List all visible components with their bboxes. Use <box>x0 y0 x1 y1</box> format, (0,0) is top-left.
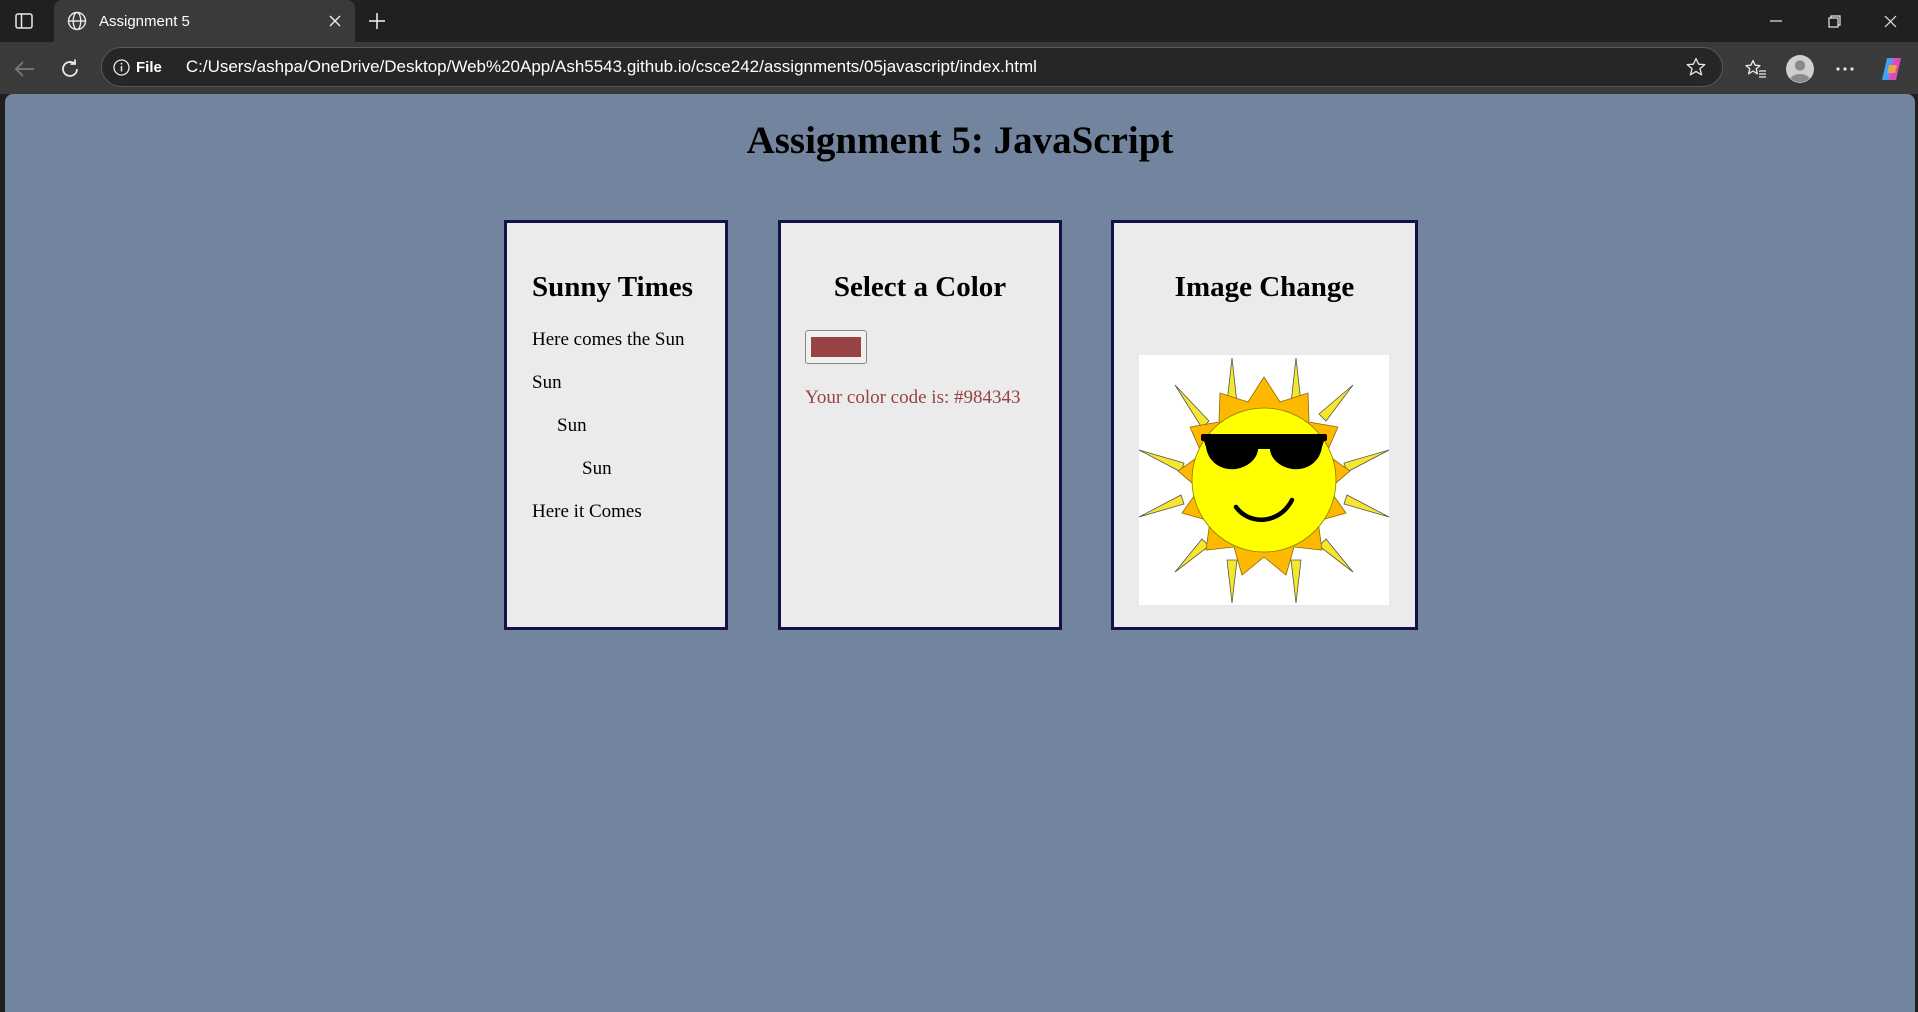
tab-actions-icon <box>15 13 33 29</box>
page-title: Assignment 5: JavaScript <box>746 119 1174 162</box>
more-options-button[interactable] <box>1826 50 1864 88</box>
minimize-icon <box>1770 20 1782 22</box>
sun-lyrics: Here comes the Sun Sun Sun Sun Here it C… <box>532 330 684 545</box>
browser-toolbar: File C:/Users/ashpa/OneDrive/Desktop/Web… <box>0 42 1918 94</box>
favorites-icon <box>1745 59 1766 78</box>
close-window-button[interactable] <box>1862 0 1918 42</box>
back-button[interactable] <box>8 52 42 86</box>
image-change-card: Image Change <box>1111 220 1418 630</box>
image-change-heading: Image Change <box>1174 271 1355 303</box>
new-tab-button[interactable] <box>362 6 392 36</box>
address-bar[interactable]: File C:/Users/ashpa/OneDrive/Desktop/Web… <box>101 47 1723 87</box>
color-swatch <box>811 337 861 357</box>
plus-icon <box>369 13 385 29</box>
title-bar: Assignment 5 <box>0 0 1918 42</box>
copilot-icon <box>1882 58 1901 80</box>
restore-icon <box>1827 14 1841 28</box>
lyric-line: Sun <box>532 372 562 393</box>
sunny-times-heading: Sunny Times <box>532 271 693 303</box>
profile-avatar-icon <box>1786 55 1814 83</box>
close-window-icon <box>1884 15 1896 27</box>
lyric-line: Sun <box>582 458 612 479</box>
close-tab-icon[interactable] <box>321 7 349 35</box>
tab-actions-button[interactable] <box>10 8 38 34</box>
lyric-line: Sun <box>557 415 587 436</box>
info-icon[interactable] <box>112 58 130 76</box>
refresh-button[interactable] <box>53 52 87 86</box>
restore-button[interactable] <box>1806 0 1862 42</box>
color-input[interactable] <box>805 330 867 364</box>
sun-with-sunglasses-icon <box>1138 357 1390 604</box>
refresh-icon <box>62 59 78 77</box>
color-picker-heading: Select a Color <box>833 271 1007 303</box>
globe-icon <box>65 9 89 33</box>
tab-title: Assignment 5 <box>99 12 190 30</box>
browser-tab[interactable]: Assignment 5 <box>54 0 355 42</box>
url-text[interactable]: C:/Users/ashpa/OneDrive/Desktop/Web%20Ap… <box>186 57 1676 77</box>
minimize-button[interactable] <box>1748 0 1804 42</box>
favorite-star-icon[interactable] <box>1676 49 1716 85</box>
lyric-line: Here it Comes <box>532 501 642 522</box>
color-code-message: Your color code is: #984343 <box>805 387 1021 408</box>
favorites-button[interactable] <box>1737 50 1775 88</box>
lyric-line: Here comes the Sun <box>532 329 685 350</box>
color-picker-card: Select a Color Your color code is: #9843… <box>778 220 1062 630</box>
sun-image[interactable] <box>1138 355 1390 605</box>
copilot-button[interactable] <box>1873 50 1911 88</box>
back-arrow-icon <box>14 61 34 77</box>
more-dots-icon <box>1836 67 1854 71</box>
profile-button[interactable] <box>1781 50 1819 88</box>
address-scheme-label: File <box>136 58 162 76</box>
sunny-times-card: Sunny Times Here comes the Sun Sun Sun S… <box>504 220 728 630</box>
page-viewport: Assignment 5: JavaScript Sunny Times Her… <box>5 94 1915 1012</box>
